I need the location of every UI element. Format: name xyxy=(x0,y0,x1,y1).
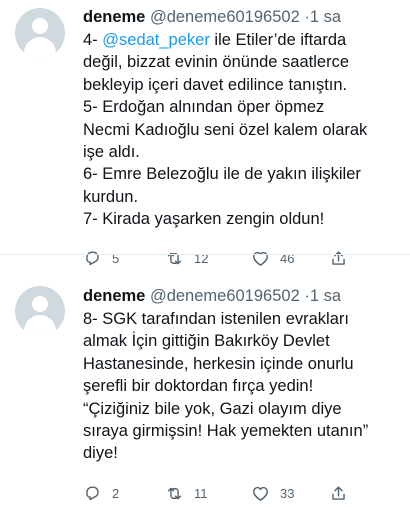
tweet-header: deneme @deneme60196502 ·1 sa xyxy=(83,285,394,307)
avatar[interactable] xyxy=(15,8,65,58)
tweet-text-line: “Çiziğiniz bile yok, Gazi olayım diye xyxy=(83,399,342,418)
tweet-text-line: işe aldı. xyxy=(83,143,140,162)
tweet-text-line: Hastanesinde, herkesin içinde onurlu xyxy=(83,354,354,373)
tweet-text-line: şerefli bir doktordan fırça yedin! xyxy=(83,377,314,396)
tweet-text-line: 8- SGK tarafından istenilen evrakları xyxy=(83,310,349,328)
tweet-text: 4- @sedat_peker ile Etiler’de iftarda de… xyxy=(83,29,394,231)
tweet-text-line: almak İçin gittiğin Bakırköy Devlet xyxy=(83,332,330,351)
tweet-text: 8- SGK tarafından istenilen evrakları al… xyxy=(83,308,394,465)
tweet-text-line: Necmi Kadıoğlu seni özel kalem olarak xyxy=(83,120,368,139)
tweet-text-line: bekleyip içeri davet edilince tanıştın. xyxy=(83,75,348,94)
share-button[interactable] xyxy=(329,484,348,503)
display-name[interactable]: deneme xyxy=(83,287,145,305)
avatar-body-shape xyxy=(24,37,56,58)
tweet-text-line: değil, bizzat evinin önünde saatlerce xyxy=(83,53,350,72)
timestamp[interactable]: 1 sa xyxy=(310,8,341,26)
tweet-text-line: 4- @sedat_peker ile Etiler’de iftarda xyxy=(83,29,394,51)
line-prefix: 4- xyxy=(83,31,103,49)
avatar[interactable] xyxy=(15,286,65,336)
tweet-text-line: 6- Emre Belezoğlu ile de yakın ilişkiler xyxy=(83,165,361,184)
avatar-head-shape xyxy=(32,18,48,34)
retweet-count: 11 xyxy=(194,485,208,501)
user-handle[interactable]: @deneme60196502 xyxy=(150,8,300,26)
tweet-text-line: 5- Erdoğan alnından öper öpmez xyxy=(83,98,325,117)
user-handle[interactable]: @deneme60196502 xyxy=(150,287,300,305)
avatar-head-shape xyxy=(32,296,48,312)
tweet-header: deneme @deneme60196502 ·1 sa xyxy=(83,6,394,28)
tweet-text-line: 7- Kirada yaşarken zengin oldun! xyxy=(83,210,325,229)
tweet[interactable]: deneme @deneme60196502 ·1 sa 4- @sedat_p… xyxy=(0,0,410,266)
retweet-button[interactable]: 11 xyxy=(165,484,251,503)
display-name[interactable]: deneme xyxy=(83,8,145,26)
heart-icon xyxy=(251,484,270,503)
line-suffix: ile Etiler’de iftarda xyxy=(209,31,347,49)
reply-button[interactable]: 2 xyxy=(83,484,165,503)
timeline: deneme @deneme60196502 ·1 sa 4- @sedat_p… xyxy=(0,0,410,508)
retweet-icon xyxy=(165,484,184,503)
tweet-text-line: diye! xyxy=(83,444,118,463)
like-button[interactable]: 33 xyxy=(251,484,329,503)
mention-link[interactable]: @sedat_peker xyxy=(102,31,210,49)
avatar-body-shape xyxy=(24,315,56,336)
share-icon xyxy=(329,484,348,503)
like-count: 33 xyxy=(280,485,295,501)
tweet-text-line: kurdun. xyxy=(83,187,139,206)
reply-count: 2 xyxy=(112,485,120,501)
tweet-text-line: sıraya girmişsin! Hak yemekten utanın” xyxy=(83,422,369,441)
tweet-content: deneme @deneme60196502 ·1 sa 8- SGK tara… xyxy=(83,285,394,465)
reply-icon xyxy=(83,484,102,503)
timestamp[interactable]: 1 sa xyxy=(310,287,341,305)
tweet-content: deneme @deneme60196502 ·1 sa 4- @sedat_p… xyxy=(83,6,394,231)
tweet[interactable]: deneme @deneme60196502 ·1 sa 8- SGK tara… xyxy=(0,254,410,508)
tweet-actions: 2 11 33 xyxy=(83,483,410,503)
